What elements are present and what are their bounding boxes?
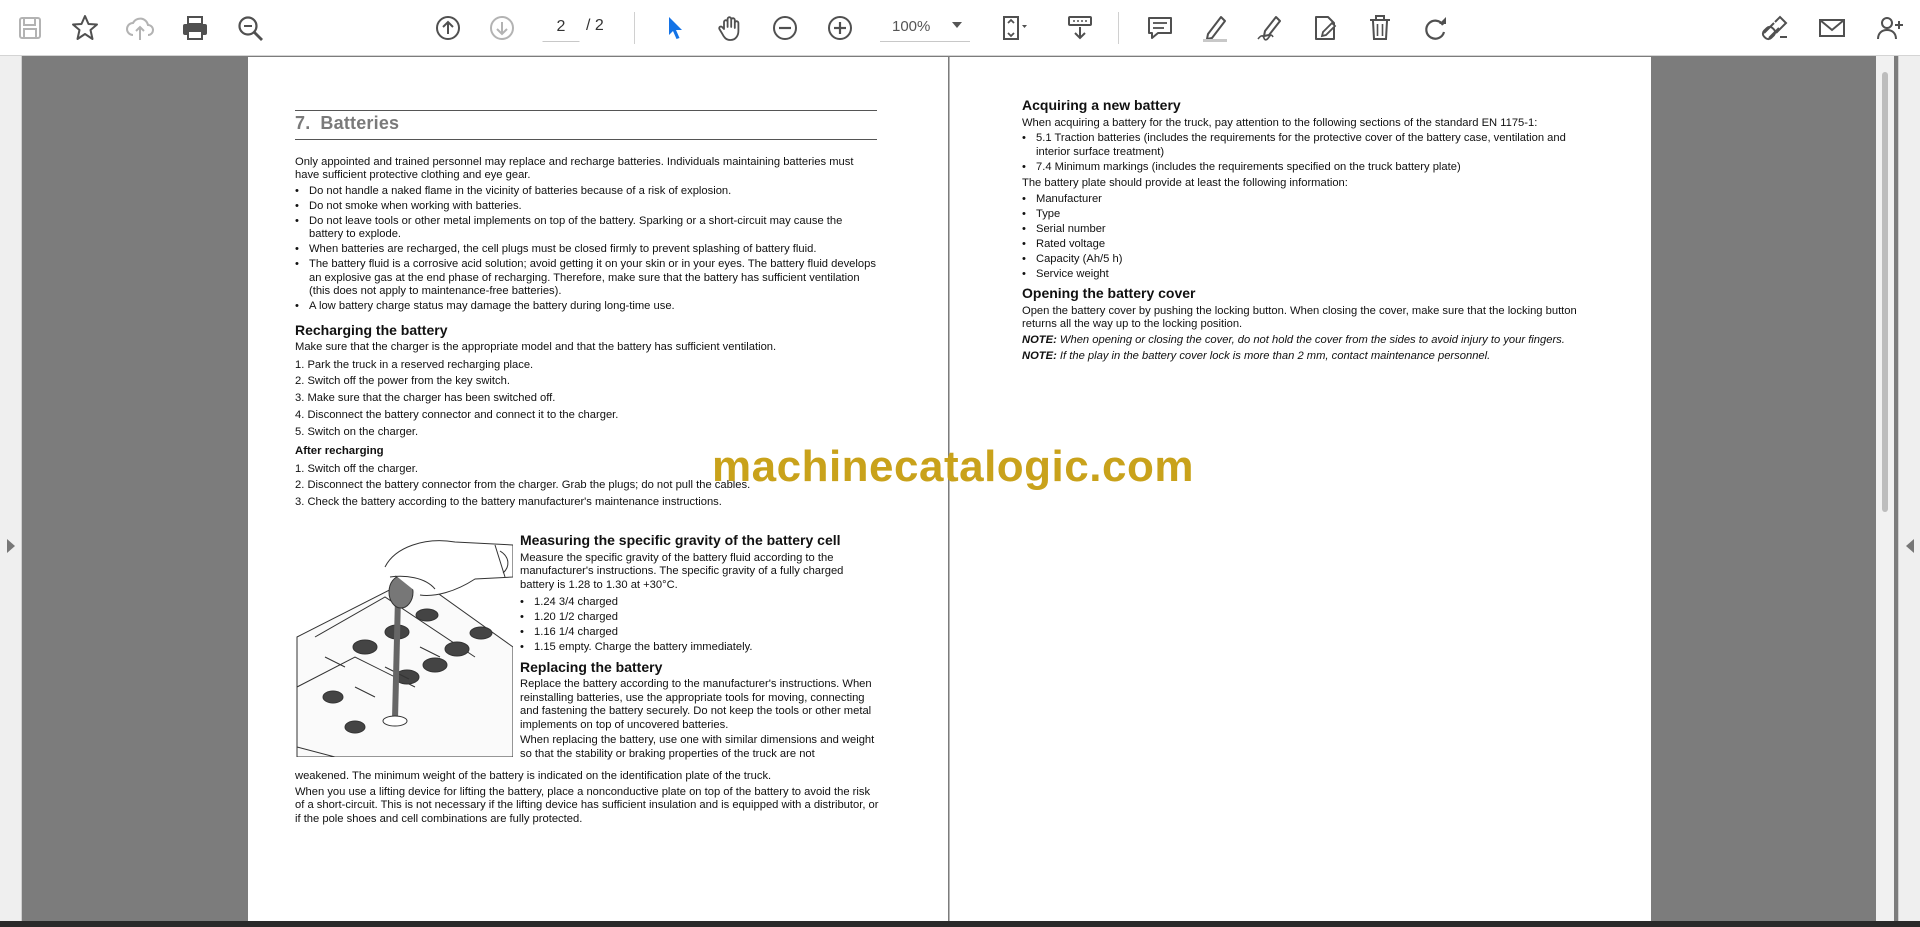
print-icon[interactable] xyxy=(175,8,215,48)
list-item: 3. Make sure that the charger has been s… xyxy=(295,392,556,405)
watermark: machinecatalogic.com xyxy=(712,442,1194,491)
vertical-scrollbar[interactable] xyxy=(1876,56,1894,921)
list-item: Type xyxy=(1022,208,1602,222)
safety-list: Do not handle a naked flame in the vicin… xyxy=(295,185,877,314)
zoom-value: 100% xyxy=(892,18,931,35)
gravity-block: Measuring the specific gravity of the ba… xyxy=(520,532,880,763)
gravity-heading: Measuring the specific gravity of the ba… xyxy=(520,532,841,548)
list-item: Rated voltage xyxy=(1022,238,1602,252)
right-panel-toggle[interactable] xyxy=(1898,56,1920,921)
comment-icon[interactable] xyxy=(1140,8,1180,48)
acquire-list: 5.1 Traction batteries (includes the req… xyxy=(1022,132,1602,174)
sign-icon[interactable] xyxy=(1250,8,1290,48)
recharge-intro: Make sure that the charger is the approp… xyxy=(295,341,777,353)
note-text: When opening or closing the cover, do no… xyxy=(1059,333,1565,346)
list-item: 3. Check the battery according to the ba… xyxy=(295,496,722,509)
zoom-search-icon[interactable] xyxy=(230,8,270,48)
gravity-text: Measure the specific gravity of the batt… xyxy=(520,551,844,591)
page-up-icon[interactable] xyxy=(428,8,468,48)
list-item: 2. Switch off the power from the key swi… xyxy=(295,375,510,388)
hand-tool-icon[interactable] xyxy=(710,8,750,48)
page-right-content: Acquiring a new battery When acquiring a… xyxy=(1022,97,1602,366)
page-total: / 2 xyxy=(586,17,604,34)
section-title: 7. Batteries xyxy=(295,110,877,140)
scroll-mode-icon[interactable] xyxy=(1060,8,1100,48)
list-item: Manufacturer xyxy=(1022,193,1602,207)
toolbar-divider xyxy=(1118,12,1119,44)
select-cursor-icon[interactable] xyxy=(655,8,695,48)
stamp-icon[interactable] xyxy=(1305,8,1345,48)
acquire-intro: When acquiring a battery for the truck, … xyxy=(1022,116,1538,129)
list-item: Serial number xyxy=(1022,223,1602,237)
page-number-input[interactable]: 2 xyxy=(542,12,580,42)
cloud-upload-icon[interactable] xyxy=(120,8,160,48)
list-item: 1. Park the truck in a reserved rechargi… xyxy=(295,358,534,371)
list-item: Service weight xyxy=(1022,268,1602,282)
section-number: 7. xyxy=(295,113,311,133)
replace-text-2b: weakened. The minimum weight of the batt… xyxy=(295,770,772,782)
toolbar-divider xyxy=(634,12,635,44)
list-item: 1.16 1/4 charged xyxy=(520,626,880,640)
highlight-pen-icon[interactable] xyxy=(1195,8,1235,48)
list-item: Capacity (Ah/5 h) xyxy=(1022,253,1602,267)
replace-heading: Replacing the battery xyxy=(520,658,663,675)
share-link-icon[interactable] xyxy=(1755,8,1795,48)
list-item: 4. Disconnect the battery connector and … xyxy=(295,408,619,421)
note-2: NOTE: If the play in the battery cover l… xyxy=(1022,350,1602,364)
list-item: Do not smoke when working with batteries… xyxy=(295,200,877,214)
list-item: 5. Switch on the charger. xyxy=(295,425,419,438)
zoom-select[interactable]: 100% xyxy=(880,12,970,42)
toolbar: 2 / 2 100% xyxy=(0,0,1920,56)
chevron-down-icon xyxy=(952,22,962,28)
plate-list: Manufacturer Type Serial number Rated vo… xyxy=(1022,193,1602,282)
list-item: 7.4 Minimum markings (includes the requi… xyxy=(1022,161,1602,175)
list-item: 5.1 Traction batteries (includes the req… xyxy=(1022,132,1602,159)
note-label: NOTE: xyxy=(1022,350,1057,362)
cover-text: Open the battery cover by pushing the lo… xyxy=(1022,304,1577,331)
note-1: NOTE: When opening or closing the cover,… xyxy=(1022,334,1602,348)
fit-page-icon[interactable] xyxy=(994,8,1034,48)
delete-icon[interactable] xyxy=(1360,8,1400,48)
rotate-icon[interactable] xyxy=(1415,8,1455,48)
gravity-list: 1.24 3/4 charged 1.20 1/2 charged 1.16 1… xyxy=(520,596,880,655)
list-item: 1.24 3/4 charged xyxy=(520,596,880,610)
note-text: If the play in the battery cover lock is… xyxy=(1059,350,1491,362)
note-label: NOTE: xyxy=(1022,333,1057,346)
recharge-steps: 1. Park the truck in a reserved rechargi… xyxy=(295,359,877,440)
list-item: Do not leave tools or other metal implem… xyxy=(295,215,877,242)
plate-intro: The battery plate should provide at leas… xyxy=(1022,177,1348,189)
zoom-in-icon[interactable] xyxy=(820,8,860,48)
zoom-out-icon[interactable] xyxy=(765,8,805,48)
email-icon[interactable] xyxy=(1812,8,1852,48)
acquire-heading: Acquiring a new battery xyxy=(1022,97,1181,113)
add-user-icon[interactable] xyxy=(1870,8,1910,48)
intro-paragraph: Only appointed and trained personnel may… xyxy=(295,155,854,182)
bottom-bar xyxy=(0,921,1920,927)
recharge-heading: Recharging the battery xyxy=(295,321,448,338)
cover-heading: Opening the battery cover xyxy=(1022,285,1196,301)
battery-hydrometer-illustration xyxy=(296,540,513,757)
expand-left-icon xyxy=(7,539,15,553)
list-item: When batteries are recharged, the cell p… xyxy=(295,243,877,257)
replace-text-2a: When replacing the battery, use one with… xyxy=(520,734,875,760)
list-item: A low battery charge status may damage t… xyxy=(295,300,877,314)
left-panel-toggle[interactable] xyxy=(0,56,22,921)
replace-text-3: When you use a lifting device for liftin… xyxy=(295,785,879,825)
expand-right-icon xyxy=(1906,539,1914,553)
bookmark-star-icon[interactable] xyxy=(65,8,105,48)
replace-continuation: weakened. The minimum weight of the batt… xyxy=(295,770,880,828)
list-item: Do not handle a naked flame in the vicin… xyxy=(295,185,877,199)
page-down-icon[interactable] xyxy=(482,8,522,48)
list-item: 1.20 1/2 charged xyxy=(520,611,880,625)
replace-text-1: Replace the battery according to the man… xyxy=(520,678,872,731)
section-title-text: Batteries xyxy=(320,113,400,133)
list-item: The battery fluid is a corrosive acid so… xyxy=(295,258,877,299)
scroll-thumb[interactable] xyxy=(1882,72,1888,512)
list-item: 1.15 empty. Charge the battery immediate… xyxy=(520,641,880,655)
save-icon[interactable] xyxy=(10,8,50,48)
